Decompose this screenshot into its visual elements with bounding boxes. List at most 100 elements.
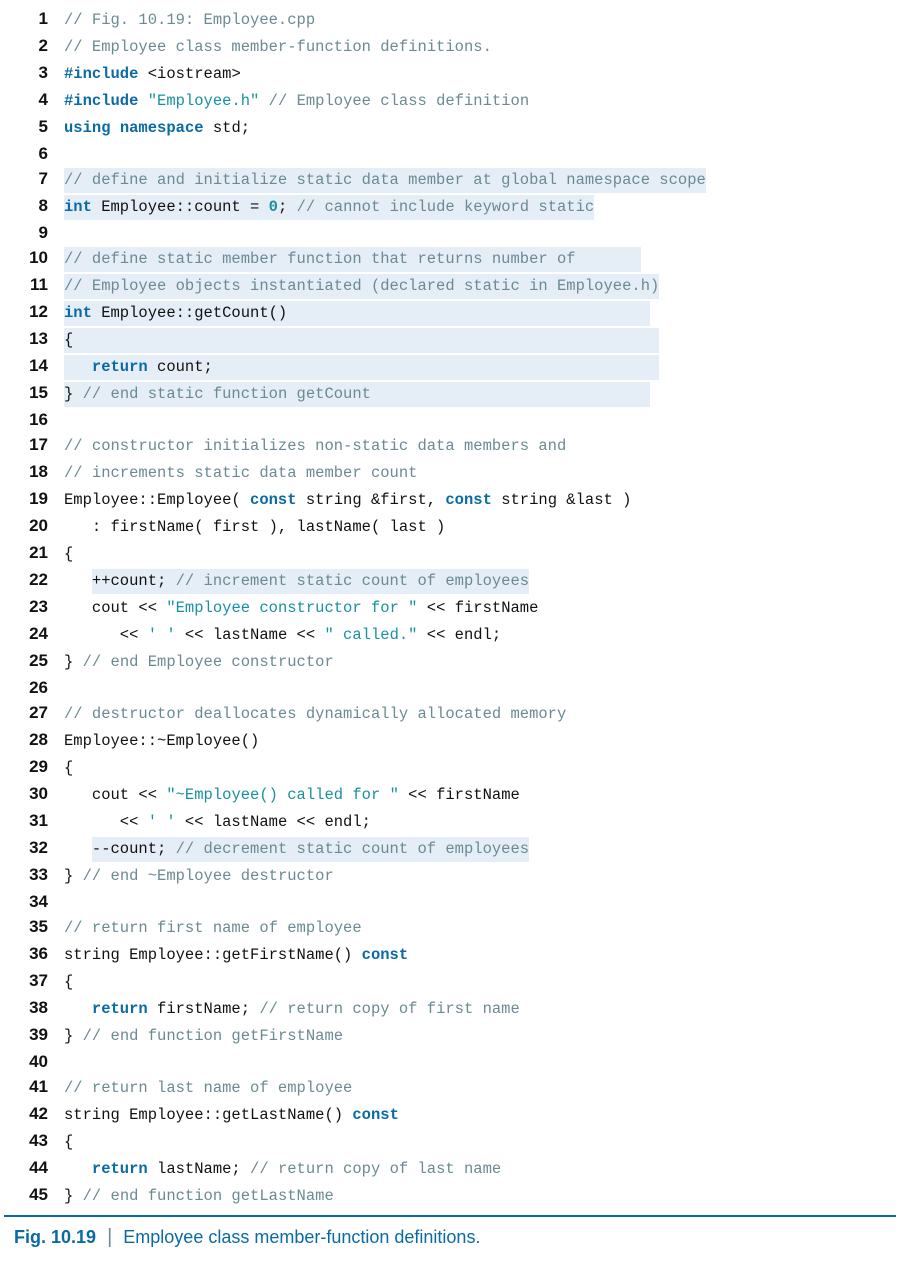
code-line: 38 return firstName; // return copy of f… bbox=[4, 995, 906, 1022]
token-kw: #include bbox=[64, 92, 138, 110]
token-kw: namespace bbox=[120, 119, 204, 137]
code-line: 39} // end function getFirstName bbox=[4, 1022, 906, 1049]
code-line: 15} // end static function getCount bbox=[4, 380, 906, 407]
line-number: 22 bbox=[4, 567, 64, 592]
code-segment: using namespace std; bbox=[64, 116, 250, 141]
code-line: 6 bbox=[4, 141, 906, 166]
code-segment: // define and initialize static data mem… bbox=[64, 168, 706, 193]
code-line: 8int Employee::count = 0; // cannot incl… bbox=[4, 193, 906, 220]
code-segment: // define static member function that re… bbox=[64, 247, 641, 272]
code-line: 9 bbox=[4, 220, 906, 245]
token-cm: // end Employee constructor bbox=[83, 653, 334, 671]
line-number: 44 bbox=[4, 1155, 64, 1180]
code-segment: Employee::Employee( const string &first,… bbox=[64, 488, 631, 513]
token-kw: const bbox=[445, 491, 492, 509]
line-number: 6 bbox=[4, 141, 64, 166]
line-number: 27 bbox=[4, 700, 64, 725]
token-kw: return bbox=[92, 1160, 148, 1178]
token-id: } bbox=[64, 653, 83, 671]
line-number: 3 bbox=[4, 60, 64, 85]
token-id: string &first, bbox=[297, 491, 446, 509]
token-cm: // Employee class member-function defini… bbox=[64, 38, 492, 56]
code-line: 42string Employee::getLastName() const bbox=[4, 1101, 906, 1128]
figure-caption: Fig. 10.19 | Employee class member-funct… bbox=[4, 1225, 906, 1250]
token-id bbox=[138, 92, 147, 110]
code-line: 21{ bbox=[4, 540, 906, 567]
line-number: 41 bbox=[4, 1074, 64, 1099]
token-id: firstName; bbox=[148, 1000, 260, 1018]
token-id: } bbox=[64, 1187, 83, 1205]
figure-text: Employee class member-function definitio… bbox=[123, 1227, 480, 1247]
line-number: 20 bbox=[4, 513, 64, 538]
code-line: 37{ bbox=[4, 968, 906, 995]
token-id: << bbox=[64, 626, 148, 644]
code-line: 26 bbox=[4, 675, 906, 700]
token-id: { bbox=[64, 545, 73, 563]
code-line: 17// constructor initializes non-static … bbox=[4, 432, 906, 459]
token-kw: #include bbox=[64, 65, 138, 83]
token-num: 0 bbox=[269, 198, 278, 216]
code-segment: #include <iostream> bbox=[64, 62, 241, 87]
code-line: 33} // end ~Employee destructor bbox=[4, 862, 906, 889]
token-id bbox=[111, 119, 120, 137]
code-line: 44 return lastName; // return copy of la… bbox=[4, 1155, 906, 1182]
code-segment: } // end function getLastName bbox=[64, 1184, 334, 1209]
token-id: Employee::Employee( bbox=[64, 491, 250, 509]
code-segment: cout << "Employee constructor for " << f… bbox=[64, 596, 538, 621]
line-number: 21 bbox=[4, 540, 64, 565]
token-cm: // cannot include keyword static bbox=[297, 198, 595, 216]
code-line: 18// increments static data member count bbox=[4, 459, 906, 486]
code-segment: // destructor deallocates dynamically al… bbox=[64, 702, 566, 727]
code-segment: << ' ' << lastName << endl; bbox=[64, 810, 371, 835]
token-cm: // end function getLastName bbox=[83, 1187, 334, 1205]
figure-rule bbox=[4, 1215, 896, 1217]
token-id bbox=[138, 65, 147, 83]
code-line: 5using namespace std; bbox=[4, 114, 906, 141]
token-id: lastName; bbox=[148, 1160, 250, 1178]
token-id: << endl; bbox=[417, 626, 501, 644]
code-segment bbox=[64, 569, 92, 594]
line-number: 35 bbox=[4, 914, 64, 939]
token-id: << firstName bbox=[399, 786, 520, 804]
line-number: 33 bbox=[4, 862, 64, 887]
token-id bbox=[64, 358, 92, 376]
code-segment: } // end Employee constructor bbox=[64, 650, 334, 675]
token-id: Employee::~Employee() bbox=[64, 732, 259, 750]
code-line: 28Employee::~Employee() bbox=[4, 727, 906, 754]
line-number: 30 bbox=[4, 781, 64, 806]
code-segment: { bbox=[64, 542, 73, 567]
code-segment: } // end ~Employee destructor bbox=[64, 864, 334, 889]
line-number: 17 bbox=[4, 432, 64, 457]
token-id: { bbox=[64, 331, 659, 349]
code-line: 11// Employee objects instantiated (decl… bbox=[4, 272, 906, 299]
token-cm: // return copy of last name bbox=[250, 1160, 501, 1178]
token-id: Employee::getCount() bbox=[92, 304, 650, 322]
token-kw: const bbox=[362, 946, 409, 964]
code-segment: // increments static data member count bbox=[64, 461, 417, 486]
token-cm: // destructor deallocates dynamically al… bbox=[64, 705, 566, 723]
code-segment: { bbox=[64, 328, 659, 353]
token-id: { bbox=[64, 1133, 73, 1151]
line-number: 12 bbox=[4, 299, 64, 324]
line-number: 15 bbox=[4, 380, 64, 405]
line-number: 37 bbox=[4, 968, 64, 993]
code-segment: string Employee::getFirstName() const bbox=[64, 943, 408, 968]
line-number: 4 bbox=[4, 87, 64, 112]
code-segment: int Employee::getCount() bbox=[64, 301, 650, 326]
line-number: 16 bbox=[4, 407, 64, 432]
token-cm: // Fig. 10.19: Employee.cpp bbox=[64, 11, 315, 29]
figure-separator: | bbox=[101, 1226, 118, 1248]
code-line: 30 cout << "~Employee() called for " << … bbox=[4, 781, 906, 808]
token-id bbox=[64, 1160, 92, 1178]
token-cm: // end static function getCount bbox=[83, 385, 650, 403]
token-id: cout << bbox=[64, 599, 166, 617]
token-str: ' ' bbox=[148, 626, 176, 644]
code-line: 20 : firstName( first ), lastName( last … bbox=[4, 513, 906, 540]
token-id: << bbox=[64, 813, 148, 831]
token-id: ; bbox=[278, 198, 297, 216]
token-str: "~Employee() called for " bbox=[166, 786, 399, 804]
token-id: std; bbox=[204, 119, 251, 137]
code-line: 41// return last name of employee bbox=[4, 1074, 906, 1101]
code-segment: // Employee objects instantiated (declar… bbox=[64, 274, 659, 299]
line-number: 26 bbox=[4, 675, 64, 700]
